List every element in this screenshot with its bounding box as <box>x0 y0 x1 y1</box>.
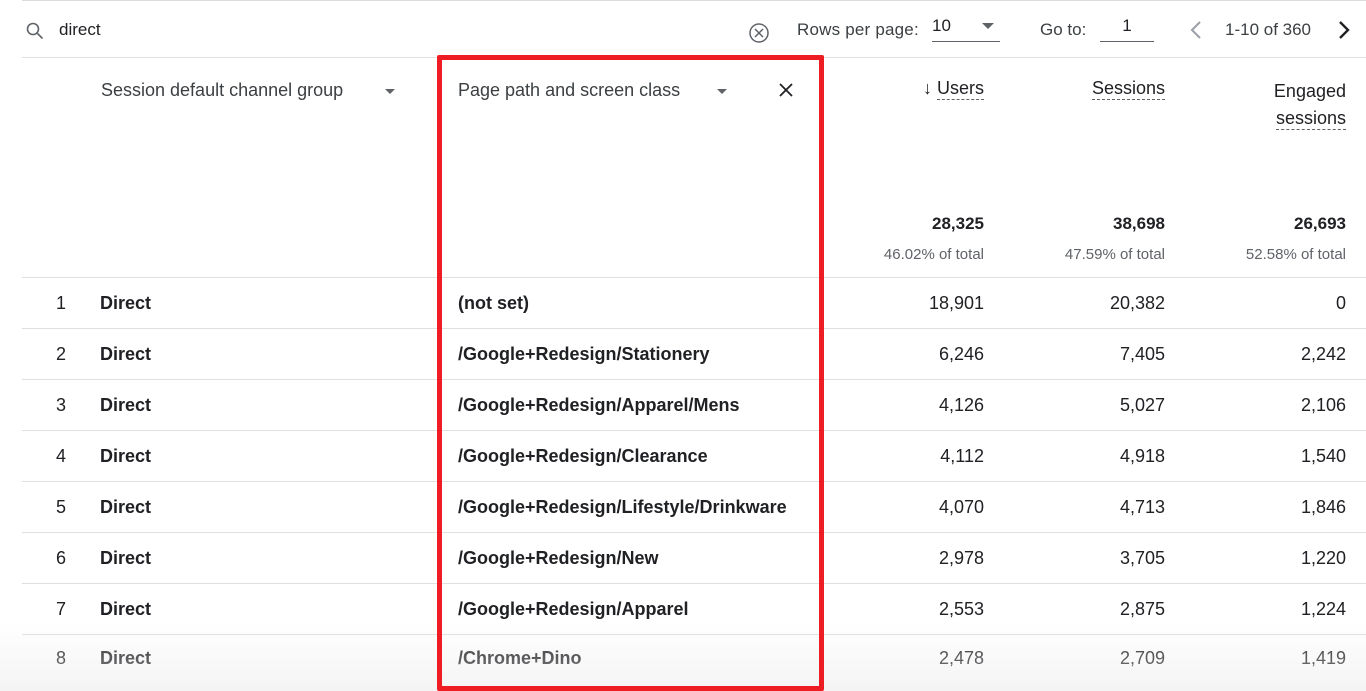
total-users-percent: 46.02% of total <box>883 246 984 263</box>
users-header-label: Users <box>936 78 984 100</box>
column-header-channel-group[interactable]: Session default channel group <box>101 80 343 101</box>
search-input[interactable]: direct <box>59 20 101 40</box>
clear-circle-x-icon[interactable] <box>748 22 770 44</box>
users-cell: 4,070 <box>938 497 984 517</box>
page-path-cell: /Google+Redesign/Apparel <box>458 599 689 619</box>
page-path-cell: /Google+Redesign/Lifestyle/Drinkware <box>458 497 787 517</box>
engaged-sessions-cell: 1,419 <box>1300 648 1346 668</box>
goto-page-value: 1 <box>1122 16 1132 35</box>
users-cell: 6,246 <box>938 344 984 364</box>
table-row[interactable]: 1 Direct (not set) 18,901 20,382 0 <box>22 278 1366 328</box>
engaged-sessions-cell: 2,106 <box>1300 395 1346 415</box>
engaged-sessions-cell: 1,224 <box>1300 599 1346 619</box>
sessions-cell: 2,709 <box>1119 648 1165 668</box>
engaged-header-line2: sessions <box>1275 108 1346 130</box>
page-path-cell: /Google+Redesign/Apparel/Mens <box>458 395 740 415</box>
chevron-right-icon[interactable] <box>1336 19 1352 41</box>
goto-page-input[interactable]: 1 <box>1100 14 1154 42</box>
sessions-cell: 20,382 <box>1109 293 1165 313</box>
sessions-cell: 4,713 <box>1119 497 1165 517</box>
sessions-cell: 7,405 <box>1119 344 1165 364</box>
table-row[interactable]: 3 Direct /Google+Redesign/Apparel/Mens 4… <box>22 380 1366 430</box>
page-path-cell: /Google+Redesign/New <box>458 548 659 568</box>
sessions-cell: 3,705 <box>1119 548 1165 568</box>
row-index: 7 <box>55 599 66 619</box>
goto-underline <box>1100 41 1154 42</box>
sessions-header-label: Sessions <box>1091 78 1165 100</box>
close-icon[interactable] <box>778 82 794 98</box>
users-cell: 2,553 <box>938 599 984 619</box>
users-cell: 18,901 <box>928 293 984 313</box>
total-engaged-sessions: 26,693 <box>1294 214 1346 233</box>
caret-down-icon[interactable] <box>385 89 395 94</box>
total-sessions: 38,698 <box>1113 214 1165 233</box>
rows-per-page-underline <box>932 41 1000 42</box>
table-row[interactable]: 2 Direct /Google+Redesign/Stationery 6,2… <box>22 329 1366 379</box>
total-users: 28,325 <box>932 214 984 233</box>
channel-cell: Direct <box>100 648 152 668</box>
total-sessions-percent: 47.59% of total <box>1064 246 1165 263</box>
sessions-cell: 2,875 <box>1119 599 1165 619</box>
column-header-page-path[interactable]: Page path and screen class <box>458 80 680 101</box>
users-cell: 2,478 <box>938 648 984 668</box>
rows-per-page-label: Rows per page: <box>797 20 919 39</box>
engaged-sessions-cell: 0 <box>1335 293 1346 313</box>
row-index: 2 <box>55 344 66 364</box>
top-divider <box>22 0 1366 1</box>
table-row[interactable]: 7 Direct /Google+Redesign/Apparel 2,553 … <box>22 584 1366 634</box>
column-header-users[interactable]: ↓ Users <box>860 78 984 100</box>
total-engaged-percent: 52.58% of total <box>1245 246 1346 263</box>
engaged-sessions-cell: 1,540 <box>1300 446 1346 466</box>
chevron-left-icon[interactable] <box>1188 19 1204 41</box>
sessions-cell: 5,027 <box>1119 395 1165 415</box>
page-path-cell: /Chrome+Dino <box>458 648 582 668</box>
engaged-sessions-cell: 1,220 <box>1300 548 1346 568</box>
table-row[interactable]: 6 Direct /Google+Redesign/New 2,978 3,70… <box>22 533 1366 583</box>
page-range: 1-10 of 360 <box>1225 20 1312 39</box>
toolbar-divider <box>22 57 1366 58</box>
row-index: 4 <box>55 446 66 466</box>
users-cell: 4,112 <box>940 446 984 466</box>
engaged-sessions-cell: 2,242 <box>1300 344 1346 364</box>
page-path-cell: /Google+Redesign/Clearance <box>458 446 708 466</box>
table-row[interactable]: 4 Direct /Google+Redesign/Clearance 4,11… <box>22 431 1366 481</box>
search-icon <box>26 22 44 40</box>
page-path-cell: /Google+Redesign/Stationery <box>458 344 710 364</box>
goto-label: Go to: <box>1040 20 1087 39</box>
row-index: 1 <box>55 293 66 313</box>
table-row[interactable]: 8 Direct /Chrome+Dino 2,478 2,709 1,419 <box>22 635 1366 685</box>
channel-cell: Direct <box>100 395 152 415</box>
channel-cell: Direct <box>100 599 152 619</box>
column-header-engaged-sessions[interactable]: Engaged sessions <box>1220 78 1346 132</box>
channel-cell: Direct <box>100 446 152 466</box>
users-cell: 2,978 <box>938 548 984 568</box>
channel-cell: Direct <box>100 548 152 568</box>
channel-cell: Direct <box>100 293 152 313</box>
row-index: 3 <box>55 395 66 415</box>
caret-down-icon <box>982 23 994 29</box>
engaged-sessions-cell: 1,846 <box>1300 497 1346 517</box>
arrow-down-icon: ↓ <box>922 78 932 98</box>
rows-per-page-value: 10 <box>932 16 951 35</box>
table-row[interactable]: 5 Direct /Google+Redesign/Lifestyle/Drin… <box>22 482 1366 532</box>
caret-down-icon[interactable] <box>717 89 727 94</box>
users-cell: 4,126 <box>938 395 984 415</box>
engaged-header-line1: Engaged <box>1273 81 1346 101</box>
row-index: 8 <box>55 648 66 668</box>
channel-cell: Direct <box>100 497 152 517</box>
sessions-cell: 4,918 <box>1119 446 1165 466</box>
row-index: 6 <box>55 548 66 568</box>
row-index: 5 <box>55 497 66 517</box>
channel-cell: Direct <box>100 344 152 364</box>
page-path-cell: (not set) <box>458 293 529 313</box>
column-header-sessions[interactable]: Sessions <box>1040 78 1165 100</box>
rows-per-page-select[interactable]: 10 <box>932 16 1002 42</box>
